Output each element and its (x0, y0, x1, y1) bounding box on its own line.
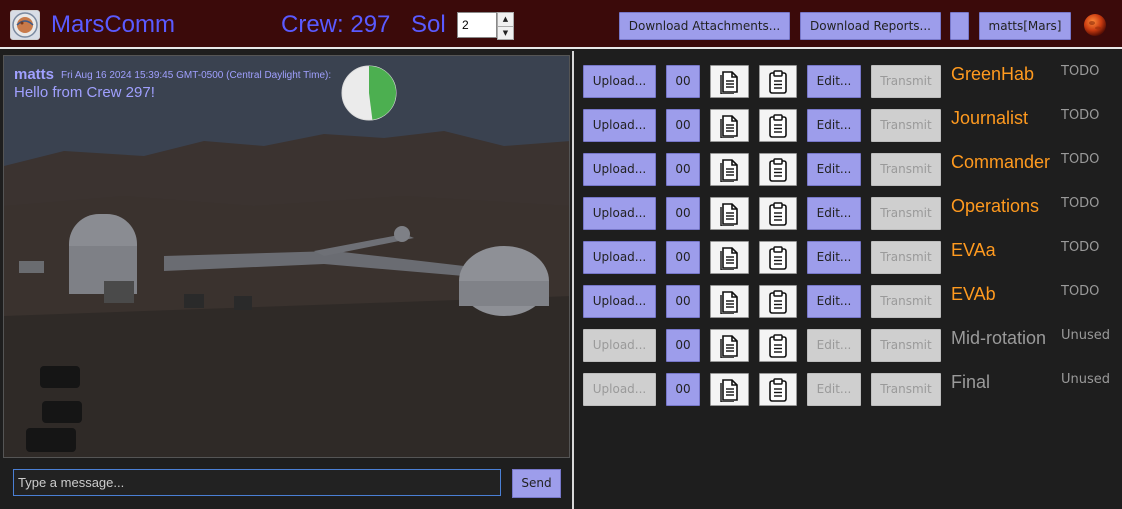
report-row: Upload... 00 Edit... Transmit Mid-rotation Un… (583, 328, 1122, 362)
upload-button[interactable]: Upload... (583, 285, 656, 318)
report-status-label: TODO (1061, 240, 1100, 255)
report-status-label: Unused (1061, 372, 1111, 387)
copy-document-button[interactable] (710, 65, 749, 98)
copy-document-button[interactable] (710, 109, 749, 142)
attachment-count-button[interactable]: 00 (666, 329, 700, 362)
paste-clipboard-button[interactable] (759, 329, 797, 362)
attachment-count-button[interactable]: 00 (666, 373, 700, 406)
spinner-down-icon[interactable]: ▼ (498, 27, 513, 40)
attachment-count-button[interactable]: 00 (666, 109, 700, 142)
habitat-camera-image (4, 56, 569, 457)
report-row: Upload... 00 Edit... Transmit Operations TODO (583, 196, 1122, 230)
report-role-label: EVAb (951, 284, 996, 304)
mars-planet-icon[interactable] (1083, 13, 1107, 37)
download-reports-button[interactable]: Download Reports... (800, 12, 941, 40)
attachment-count-button[interactable]: 00 (666, 153, 700, 186)
transmit-button[interactable]: Transmit (871, 373, 941, 406)
transmit-button[interactable]: Transmit (871, 109, 941, 142)
send-button[interactable]: Send (512, 469, 561, 498)
report-role-label: EVAa (951, 240, 996, 260)
edit-button[interactable]: Edit... (807, 153, 861, 186)
progress-pie-chart (341, 65, 397, 121)
upload-button[interactable]: Upload... (583, 197, 656, 230)
report-status-label: TODO (1061, 64, 1100, 79)
attachment-count-button[interactable]: 00 (666, 241, 700, 274)
sol-spinner[interactable]: ▲ ▼ (497, 12, 514, 40)
report-status-label: Unused (1061, 328, 1111, 343)
message-username: matts (14, 66, 55, 83)
copy-document-button[interactable] (710, 329, 749, 362)
user-account-button[interactable]: matts[Mars] (979, 12, 1071, 40)
upload-button[interactable]: Upload... (583, 329, 656, 362)
attachment-count-button[interactable]: 00 (666, 65, 700, 98)
chat-input-bar: Type a message... Send (3, 459, 570, 509)
upload-button[interactable]: Upload... (583, 153, 656, 186)
copy-document-button[interactable] (710, 241, 749, 274)
upload-button[interactable]: Upload... (583, 109, 656, 142)
report-row: Upload... 00 Edit... Transmit EVAa TODO (583, 240, 1122, 274)
transmit-button[interactable]: Transmit (871, 329, 941, 362)
camera-feed-panel: matts Fri Aug 16 2024 15:39:45 GMT-0500 … (3, 55, 570, 458)
header-bar: MarsComm Crew: 297 Sol 2 ▲ ▼ Download At… (0, 0, 1122, 49)
progress-pie-slice (369, 65, 397, 120)
copy-document-button[interactable] (710, 285, 749, 318)
report-role-label: Operations (951, 196, 1040, 216)
download-attachments-button[interactable]: Download Attachments... (619, 12, 790, 40)
report-role-label: Commander (951, 152, 1051, 172)
report-row: Upload... 00 Edit... Transmit Final Unused (583, 372, 1122, 406)
message-timestamp: Fri Aug 16 2024 15:39:45 GMT-0500 (Centr… (61, 70, 332, 81)
edit-button[interactable]: Edit... (807, 241, 861, 274)
transmit-button[interactable]: Transmit (871, 153, 941, 186)
upload-button[interactable]: Upload... (583, 373, 656, 406)
copy-document-button[interactable] (710, 153, 749, 186)
report-status-label: TODO (1061, 152, 1100, 167)
edit-button[interactable]: Edit... (807, 285, 861, 318)
report-role-label: Mid-rotation (951, 328, 1047, 348)
message-text: Hello from Crew 297! (14, 84, 155, 101)
report-row: Upload... 00 Edit... Transmit GreenHab TODO (583, 64, 1122, 98)
copy-document-button[interactable] (710, 197, 749, 230)
sol-input[interactable]: 2 (457, 12, 497, 38)
report-role-label: Final (951, 372, 991, 392)
report-row: Upload... 00 Edit... Transmit Journalist TODO (583, 108, 1122, 142)
transmit-button[interactable]: Transmit (871, 241, 941, 274)
report-status-label: TODO (1061, 108, 1100, 123)
report-row: Upload... 00 Edit... Transmit EVAb TODO (583, 284, 1122, 318)
attachment-count-button[interactable]: 00 (666, 197, 700, 230)
blank-button[interactable] (950, 12, 969, 40)
edit-button[interactable]: Edit... (807, 109, 861, 142)
edit-button[interactable]: Edit... (807, 197, 861, 230)
edit-button[interactable]: Edit... (807, 65, 861, 98)
paste-clipboard-button[interactable] (759, 373, 797, 406)
transmit-button[interactable]: Transmit (871, 197, 941, 230)
upload-button[interactable]: Upload... (583, 65, 656, 98)
paste-clipboard-button[interactable] (759, 285, 797, 318)
spinner-up-icon[interactable]: ▲ (498, 13, 513, 27)
crew-label: Crew: 297 (281, 11, 391, 38)
app-title: MarsComm (51, 11, 175, 38)
sol-label: Sol (411, 11, 446, 38)
paste-clipboard-button[interactable] (759, 197, 797, 230)
report-row: Upload... 00 Edit... Transmit Commander TODO (583, 152, 1122, 186)
report-role-label: GreenHab (951, 64, 1035, 84)
edit-button[interactable]: Edit... (807, 329, 861, 362)
upload-button[interactable]: Upload... (583, 241, 656, 274)
report-status-label: TODO (1061, 196, 1100, 211)
report-status-label: TODO (1061, 284, 1100, 299)
edit-button[interactable]: Edit... (807, 373, 861, 406)
report-role-label: Journalist (951, 108, 1029, 128)
attachment-count-button[interactable]: 00 (666, 285, 700, 318)
transmit-button[interactable]: Transmit (871, 65, 941, 98)
copy-document-button[interactable] (710, 373, 749, 406)
mars-society-logo-icon (10, 10, 40, 40)
paste-clipboard-button[interactable] (759, 153, 797, 186)
panel-divider (572, 51, 574, 509)
paste-clipboard-button[interactable] (759, 109, 797, 142)
transmit-button[interactable]: Transmit (871, 285, 941, 318)
paste-clipboard-button[interactable] (759, 65, 797, 98)
paste-clipboard-button[interactable] (759, 241, 797, 274)
chat-message-input[interactable]: Type a message... (13, 469, 501, 496)
